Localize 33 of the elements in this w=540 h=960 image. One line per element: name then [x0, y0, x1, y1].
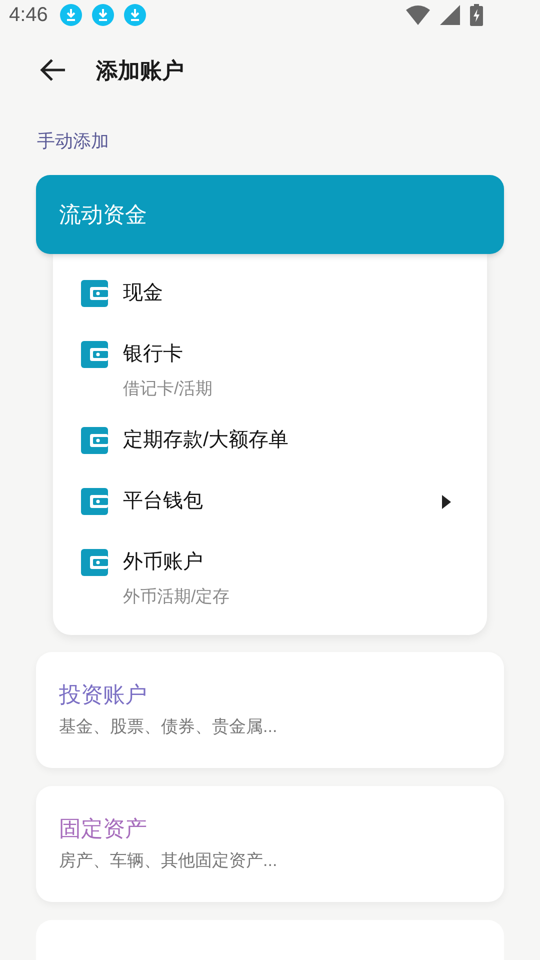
group-title: 固定资产 — [59, 815, 148, 844]
signal-icon — [440, 5, 460, 26]
item-title: 外币账户 — [123, 550, 204, 575]
status-time: 4:46 — [9, 3, 48, 28]
wallet-icon — [81, 341, 108, 368]
wallet-icon — [81, 488, 108, 515]
download-icon — [60, 4, 82, 26]
item-title: 现金 — [123, 281, 164, 306]
wallet-icon — [81, 280, 108, 307]
account-group-card[interactable]: 投资账户 基金、股票、债券、贵金属... — [36, 652, 504, 768]
battery-icon — [470, 4, 483, 26]
download-icon — [92, 4, 114, 26]
account-group-card[interactable]: 固定资产 房产、车辆、其他固定资产... — [36, 786, 504, 902]
group-subtitle: 基金、股票、债券、贵金属... — [59, 716, 278, 738]
group-subtitle: 房产、车辆、其他固定资产... — [59, 850, 278, 872]
account-type-item[interactable]: 银行卡 借记卡/活期 — [53, 335, 487, 401]
wallet-icon — [81, 427, 108, 454]
item-subtitle: 外币活期/定存 — [123, 586, 231, 608]
item-title: 银行卡 — [123, 342, 184, 367]
account-type-item[interactable]: 外币账户 外币活期/定存 — [53, 543, 487, 609]
section-label: 手动添加 — [37, 131, 109, 151]
wallet-icon — [81, 549, 108, 576]
item-title: 平台钱包 — [123, 489, 204, 514]
group-title: 投资账户 — [59, 681, 148, 710]
account-type-item[interactable]: 定期存款/大额存单 — [53, 421, 487, 462]
page-title: 添加账户 — [96, 56, 184, 85]
chevron-right-icon — [442, 495, 451, 509]
account-type-item[interactable]: 平台钱包 — [53, 482, 487, 523]
account-type-item[interactable]: 现金 — [53, 274, 487, 315]
item-subtitle: 借记卡/活期 — [123, 378, 214, 400]
item-title: 定期存款/大额存单 — [123, 428, 290, 453]
download-icon — [124, 4, 146, 26]
wifi-icon — [406, 5, 430, 26]
